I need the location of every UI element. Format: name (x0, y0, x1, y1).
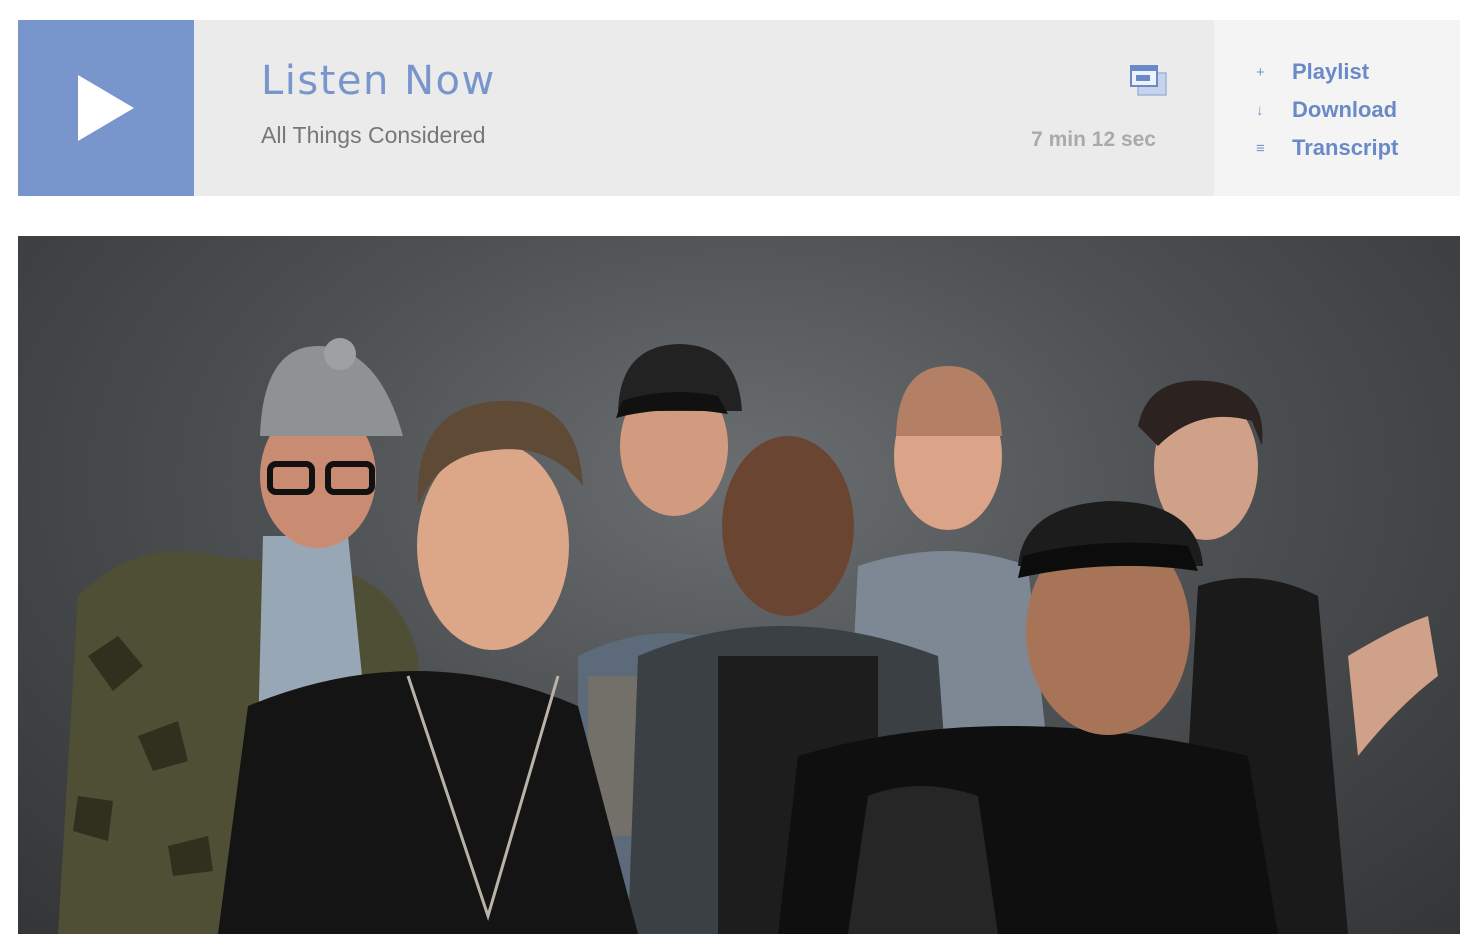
download-label[interactable]: Download (1292, 97, 1397, 123)
play-button[interactable] (18, 20, 194, 196)
listen-now-title[interactable]: Listen Now (261, 58, 496, 104)
play-icon (78, 75, 134, 141)
band-photo-illustration (58, 338, 1438, 934)
player-info: Listen Now All Things Considered 7 min 1… (194, 20, 1214, 196)
transcript-link[interactable]: ≡ Transcript (1256, 129, 1460, 167)
playlist-label[interactable]: Playlist (1292, 59, 1369, 85)
popout-window-icon[interactable] (1129, 64, 1169, 98)
duration-label: 7 min 12 sec (1031, 128, 1156, 151)
transcript-lines-icon: ≡ (1256, 139, 1265, 157)
plus-icon: + (1256, 63, 1265, 81)
player-actions: + Playlist ↓ Download ≡ Transcript (1214, 20, 1460, 196)
transcript-label[interactable]: Transcript (1292, 135, 1398, 161)
band-photo (18, 236, 1460, 934)
add-to-playlist-link[interactable]: + Playlist (1256, 53, 1460, 91)
download-arrow-icon: ↓ (1256, 101, 1264, 119)
audio-player: Listen Now All Things Considered 7 min 1… (18, 20, 1460, 196)
program-name: All Things Considered (261, 122, 486, 148)
download-link[interactable]: ↓ Download (1256, 91, 1460, 129)
